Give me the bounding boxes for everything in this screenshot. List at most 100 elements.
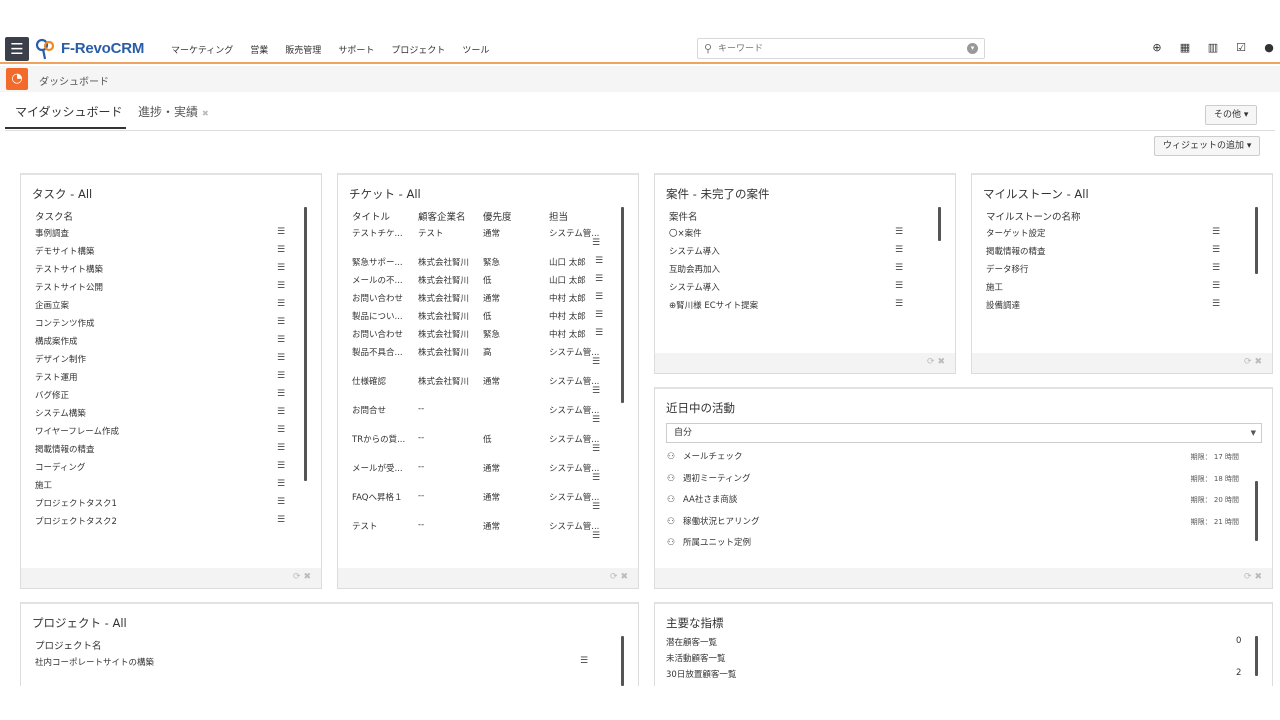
list-icon[interactable]: ☰ — [592, 415, 600, 425]
tab-my-dashboard[interactable]: マイダッシュボード — [5, 102, 126, 129]
refresh-close-icon[interactable]: ⟳ ✖ — [927, 357, 945, 367]
list-icon[interactable]: ☰ — [592, 386, 600, 396]
list-icon[interactable]: ☰ — [277, 227, 285, 237]
add-widget-button[interactable]: ウィジェットの追加 ▾ — [1154, 136, 1261, 156]
close-icon[interactable]: ✖ — [202, 109, 209, 118]
list-icon[interactable]: ☰ — [592, 502, 600, 512]
list-item[interactable]: システム構築 ☰ — [35, 407, 289, 425]
menu-project[interactable]: プロジェクト — [391, 43, 445, 56]
list-icon[interactable]: ☰ — [277, 515, 285, 525]
list-icon[interactable]: ☰ — [277, 389, 285, 399]
list-item[interactable]: プロジェクトタスク1 ☰ — [35, 497, 289, 515]
list-item[interactable]: テストサイト構築 ☰ — [35, 263, 289, 281]
table-row[interactable]: 製品不具合... 株式会社腎川高システム管... ☰ — [352, 346, 620, 367]
list-icon[interactable]: ☰ — [895, 263, 903, 273]
search-options-icon[interactable]: ▾ — [967, 43, 978, 54]
list-item[interactable]: テスト運用 ☰ — [35, 371, 289, 389]
list-icon[interactable]: ☰ — [592, 357, 600, 367]
table-row[interactable]: テスト -- 通常 システム管... ☰ — [352, 520, 620, 539]
list-icon[interactable]: ☰ — [277, 353, 285, 363]
scrollbar[interactable] — [1255, 481, 1258, 541]
table-row[interactable]: メールの不... 株式会社腎川 低 山口 太郎 ☰ — [352, 274, 620, 292]
list-icon[interactable]: ☰ — [1212, 227, 1220, 237]
checkbox-icon[interactable]: ☑ — [1234, 41, 1248, 54]
hamburger-menu-icon[interactable]: ☰ — [5, 37, 29, 61]
list-item[interactable]: 企画立案 ☰ — [35, 299, 289, 317]
user-icon[interactable]: ● — [1262, 41, 1276, 54]
list-item[interactable]: デモサイト構築 ☰ — [35, 245, 289, 263]
menu-marketing[interactable]: マーケティング — [171, 43, 233, 56]
table-row[interactable]: お問い合わせ 株式会社腎川 緊急 中村 太郎 ☰ — [352, 328, 620, 346]
list-icon[interactable]: ☰ — [277, 407, 285, 417]
table-row[interactable]: お問い合わせ 株式会社腎川 通常 中村 太郎 ☰ — [352, 292, 620, 310]
table-row[interactable]: 緊急サポー... 株式会社腎川 緊急 山口 太郎 ☰ — [352, 256, 620, 274]
scrollbar[interactable] — [304, 207, 307, 481]
menu-tools[interactable]: ツール — [462, 43, 489, 56]
list-icon[interactable]: ☰ — [592, 238, 600, 248]
list-item[interactable]: データ移行 ☰ — [986, 263, 1224, 281]
list-item[interactable]: 〇×案件 ☰ — [669, 227, 907, 245]
list-item[interactable]: コンテンツ作成 ☰ — [35, 317, 289, 335]
chart-icon[interactable]: ▥ — [1206, 41, 1220, 54]
plus-circle-icon[interactable]: ⊕ — [1150, 41, 1164, 54]
list-item[interactable]: 施工 ☰ — [986, 281, 1224, 299]
list-item[interactable]: 掲載情報の精査 ☰ — [35, 443, 289, 461]
refresh-close-icon[interactable]: ⟳ ✖ — [610, 572, 628, 582]
tab-progress[interactable]: 進捗・実績 ✖ — [138, 102, 228, 129]
list-item[interactable]: バグ修正 ☰ — [35, 389, 289, 407]
list-icon[interactable]: ☰ — [895, 245, 903, 255]
list-item[interactable]: 施工 ☰ — [35, 479, 289, 497]
menu-sales-management[interactable]: 販売管理 — [285, 43, 321, 56]
scrollbar[interactable] — [938, 207, 941, 241]
list-item[interactable]: システム導入 ☰ — [669, 281, 907, 299]
list-icon[interactable]: ☰ — [277, 425, 285, 435]
list-icon[interactable]: ☰ — [277, 245, 285, 255]
refresh-close-icon[interactable]: ⟳ ✖ — [293, 572, 311, 582]
list-icon[interactable]: ☰ — [1212, 281, 1220, 291]
list-icon[interactable]: ☰ — [595, 256, 603, 266]
table-row[interactable]: FAQへ昇格１ -- 通常 システム管... ☰ — [352, 491, 620, 512]
list-item[interactable]: ⊕腎川様 ECサイト提案 ☰ — [669, 299, 907, 317]
menu-support[interactable]: サポート — [338, 43, 374, 56]
table-row[interactable]: メールが受... -- 通常 システム管... ☰ — [352, 462, 620, 483]
list-icon[interactable]: ☰ — [1212, 299, 1220, 309]
activity-item[interactable]: ⚇ AA社さま商談 期限： 20 時間 — [667, 492, 1247, 512]
menu-sales[interactable]: 営業 — [250, 43, 268, 56]
list-icon[interactable]: ☰ — [277, 461, 285, 471]
list-icon[interactable]: ☰ — [277, 335, 285, 345]
scrollbar[interactable] — [1255, 636, 1258, 676]
logo-text[interactable]: F-RevoCRM — [61, 40, 144, 57]
list-icon[interactable]: ☰ — [895, 281, 903, 291]
list-item[interactable]: テストサイト公開 ☰ — [35, 281, 289, 299]
scrollbar[interactable] — [621, 636, 624, 686]
list-icon[interactable]: ☰ — [592, 444, 600, 454]
list-icon[interactable]: ☰ — [1212, 245, 1220, 255]
table-row[interactable]: 製品につい... 株式会社腎川 低 中村 太郎 ☰ — [352, 310, 620, 328]
scrollbar[interactable] — [621, 207, 624, 403]
list-icon[interactable]: ☰ — [592, 531, 600, 539]
list-item[interactable]: コーディング ☰ — [35, 461, 289, 479]
other-button[interactable]: その他 ▾ — [1205, 105, 1258, 125]
activity-item[interactable]: ⚇ 週初ミーティング 期限： 18 時間 — [667, 471, 1247, 491]
list-icon[interactable]: ☰ — [277, 299, 285, 309]
scrollbar[interactable] — [1255, 207, 1258, 274]
table-row[interactable]: 仕様確認 株式会社腎川 通常 システム管... ☰ — [352, 375, 620, 396]
list-icon[interactable]: ☰ — [277, 497, 285, 507]
list-icon[interactable]: ☰ — [592, 473, 600, 483]
list-item[interactable]: 掲載情報の精査 ☰ — [986, 245, 1224, 263]
list-icon[interactable]: ☰ — [595, 292, 603, 302]
kpi-row[interactable]: 30日放置顧客一覧 2 — [666, 668, 1246, 686]
search-input[interactable] — [718, 41, 958, 56]
list-item[interactable]: 社内コーポレートサイトの構築 ☰ — [35, 656, 592, 674]
list-icon[interactable]: ☰ — [277, 263, 285, 273]
list-icon[interactable]: ☰ — [277, 281, 285, 291]
list-icon[interactable]: ☰ — [277, 371, 285, 381]
table-row[interactable]: TRからの質... -- 低システム管... ☰ — [352, 433, 620, 454]
list-item[interactable]: ターゲット設定 ☰ — [986, 227, 1224, 245]
list-item[interactable]: 構成案作成 ☰ — [35, 335, 289, 353]
activity-item[interactable]: ⚇ 稼働状況ヒアリング 期限： 21 時間 — [667, 514, 1247, 534]
refresh-close-icon[interactable]: ⟳ ✖ — [1244, 572, 1262, 582]
table-row[interactable]: お問合せ -- システム管... ☰ — [352, 404, 620, 425]
list-icon[interactable]: ☰ — [595, 328, 603, 338]
list-item[interactable]: 事例調査 ☰ — [35, 227, 289, 245]
